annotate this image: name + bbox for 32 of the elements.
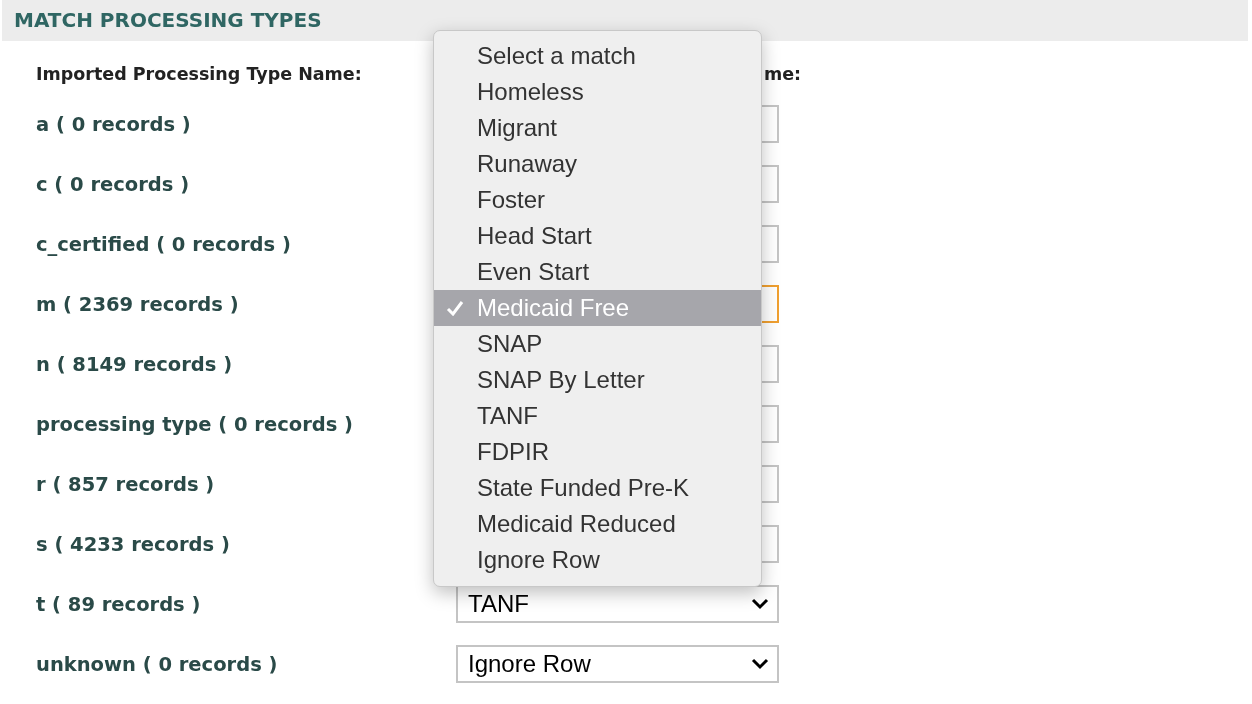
column-header: me: — [763, 64, 801, 84]
menu-option[interactable]: FDPIR — [434, 434, 761, 470]
type-name: r ( 857 records ) — [36, 472, 215, 496]
chevron-down-icon — [751, 598, 769, 610]
menu-option[interactable]: Runaway — [434, 146, 761, 182]
type-name: a ( 0 records ) — [36, 112, 191, 136]
menu-option[interactable]: Select a match — [434, 38, 761, 74]
type-name: c_certified ( 0 records ) — [36, 232, 291, 256]
type-name: processing type ( 0 records ) — [36, 412, 354, 436]
menu-option[interactable]: Ignore Row — [434, 542, 761, 578]
menu-option[interactable]: State Funded Pre-K — [434, 470, 761, 506]
menu-option[interactable]: SNAP By Letter — [434, 362, 761, 398]
menu-option[interactable]: Even Start — [434, 254, 761, 290]
type-name: m ( 2369 records ) — [36, 292, 239, 316]
column-header: Imported Processing Type Name: — [36, 64, 362, 84]
type-name: t ( 89 records ) — [36, 592, 201, 616]
menu-option[interactable]: SNAP — [434, 326, 761, 362]
checkmark-icon — [446, 300, 464, 316]
chevron-down-icon — [751, 658, 769, 670]
section-title: MATCH PROCESSING TYPES — [2, 0, 1248, 41]
type-name: n ( 8149 records ) — [36, 352, 233, 376]
menu-option[interactable]: Migrant — [434, 110, 761, 146]
menu-option[interactable]: Homeless — [434, 74, 761, 110]
type-name: s ( 4233 records ) — [36, 532, 230, 556]
type-name: c ( 0 records ) — [36, 172, 190, 196]
match-select[interactable]: TANF — [456, 585, 779, 623]
match-select[interactable]: Ignore Row — [456, 645, 779, 683]
menu-option[interactable]: Foster — [434, 182, 761, 218]
type-name: unknown ( 0 records ) — [36, 652, 278, 676]
menu-option[interactable]: Medicaid Reduced — [434, 506, 761, 542]
menu-option[interactable]: Head Start — [434, 218, 761, 254]
menu-option[interactable]: TANF — [434, 398, 761, 434]
